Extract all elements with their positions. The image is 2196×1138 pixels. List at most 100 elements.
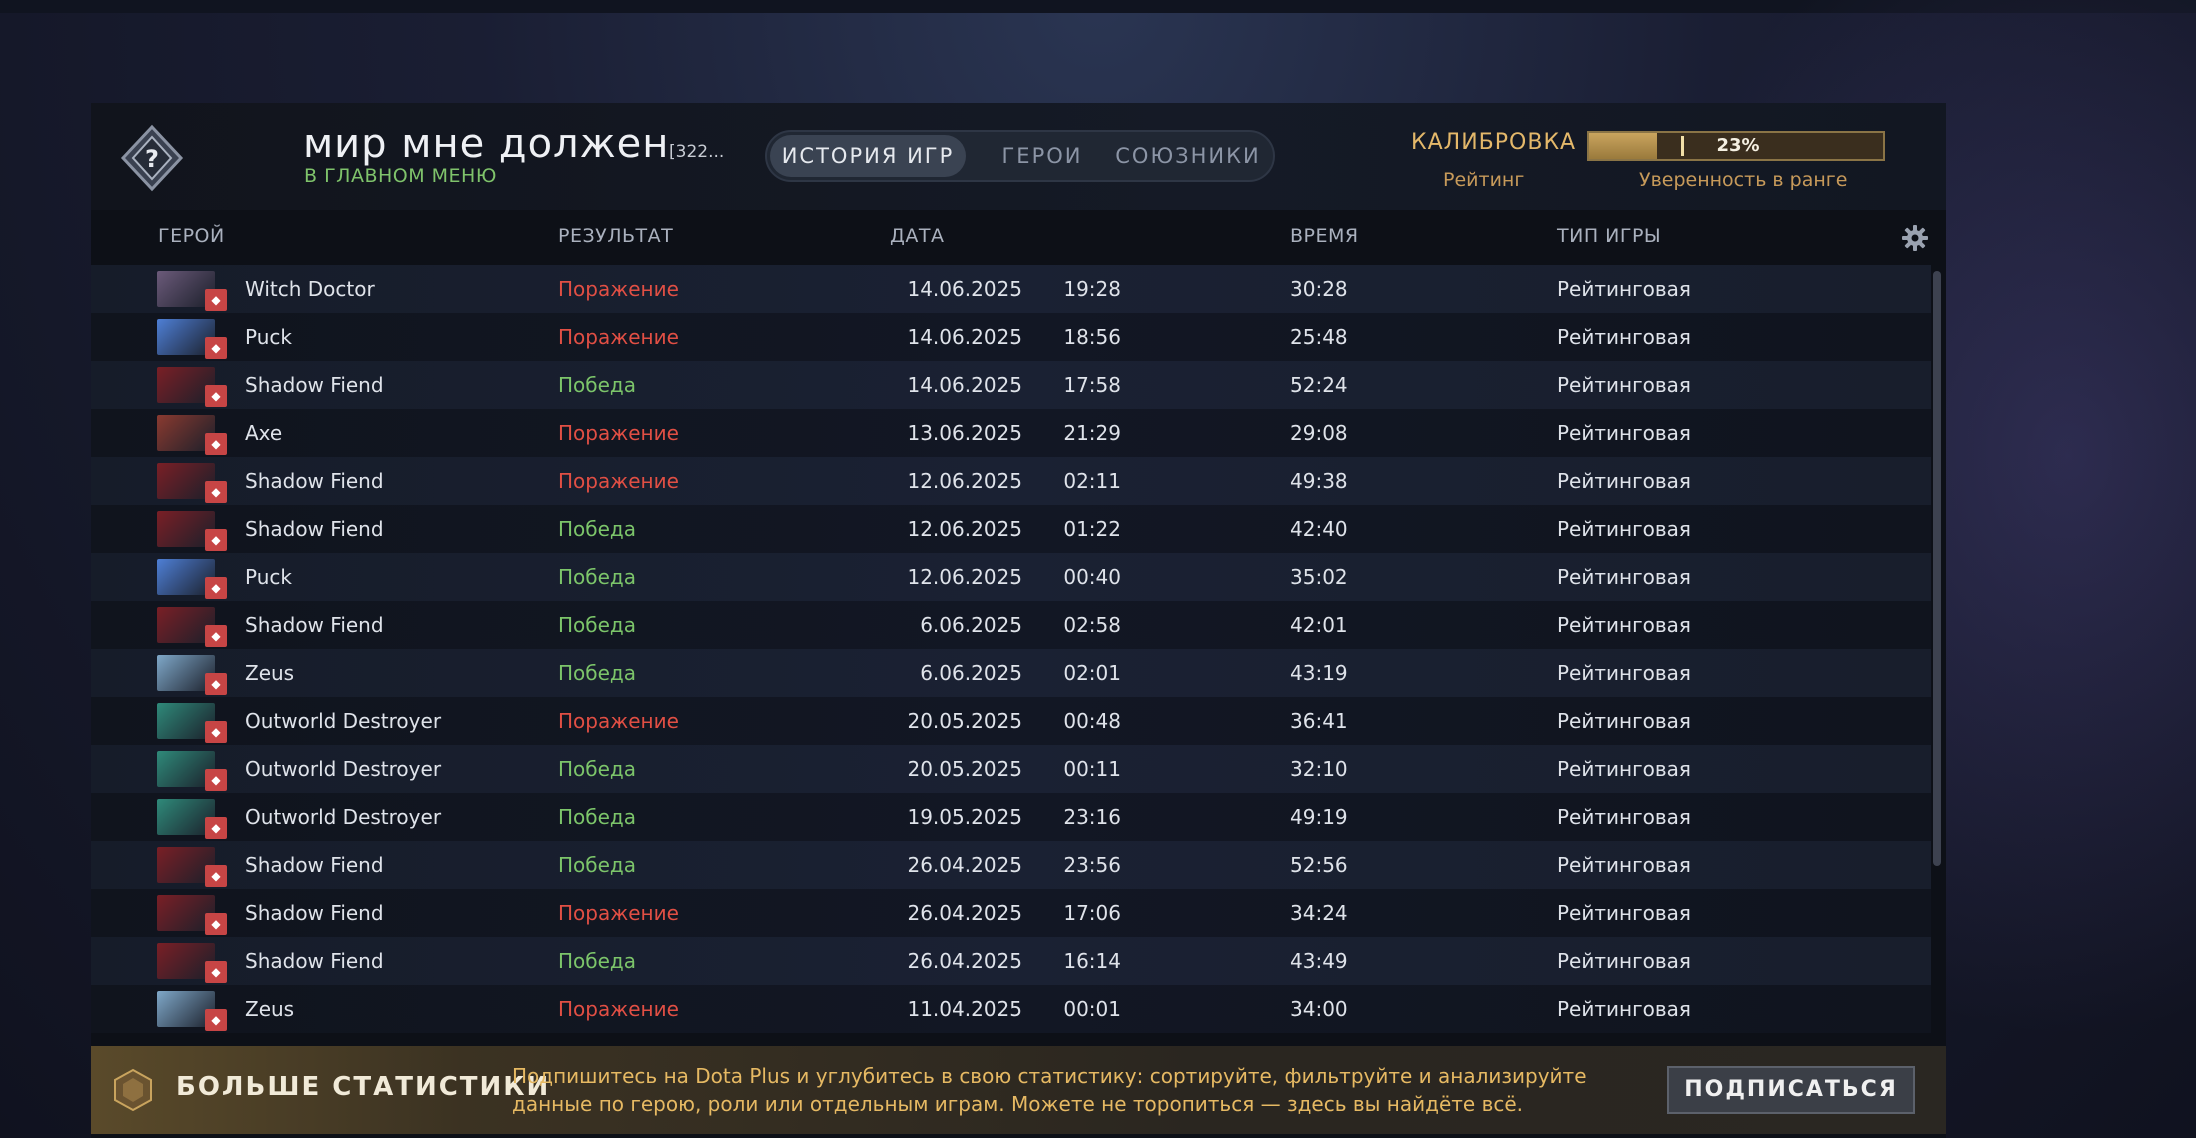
match-duration: 34:24	[1290, 901, 1348, 925]
match-row[interactable]: ◆ Outworld Destroyer Победа 20.05.2025 00:11…	[91, 745, 1931, 793]
hero-name: Shadow Fiend	[245, 901, 384, 925]
confidence-bar: 23%	[1587, 131, 1885, 161]
match-result: Поражение	[558, 469, 679, 493]
match-row[interactable]: ◆ Witch Doctor Поражение 14.06.2025 19:28 30:…	[91, 265, 1931, 313]
tab-allies[interactable]: СОЮЗНИКИ	[1107, 132, 1269, 180]
match-duration: 30:28	[1290, 277, 1348, 301]
role-icon: ◆	[205, 433, 227, 455]
match-date: 12.06.2025	[907, 469, 1022, 493]
role-icon: ◆	[205, 865, 227, 887]
rank-uncalibrated-icon[interactable]: ?	[117, 123, 187, 193]
match-start-time: 00:40	[1063, 565, 1121, 589]
match-result: Победа	[558, 853, 636, 877]
role-icon: ◆	[205, 673, 227, 695]
role-icon: ◆	[205, 337, 227, 359]
game-type: Рейтинговая	[1557, 757, 1691, 781]
role-icon: ◆	[205, 289, 227, 311]
match-result: Победа	[558, 517, 636, 541]
match-row[interactable]: ◆ Puck Победа 12.06.2025 00:40 35:02 Рейтингов…	[91, 553, 1931, 601]
confidence-value: 23%	[1716, 135, 1760, 156]
match-date: 11.04.2025	[907, 997, 1022, 1021]
match-result: Поражение	[558, 421, 679, 445]
role-icon: ◆	[205, 625, 227, 647]
match-date: 12.06.2025	[907, 565, 1022, 589]
match-start-time: 00:48	[1063, 709, 1121, 733]
hero-name: Shadow Fiend	[245, 469, 384, 493]
match-duration: 42:40	[1290, 517, 1348, 541]
column-header-result[interactable]: РЕЗУЛЬТАТ	[558, 225, 673, 247]
game-type: Рейтинговая	[1557, 997, 1691, 1021]
banner-text: Подпишитесь на Dota Plus и углубитесь в …	[512, 1064, 1587, 1116]
match-date: 26.04.2025	[907, 901, 1022, 925]
role-icon: ◆	[205, 385, 227, 407]
match-date: 14.06.2025	[907, 277, 1022, 301]
match-start-time: 02:01	[1063, 661, 1121, 685]
role-icon: ◆	[205, 721, 227, 743]
column-header-hero[interactable]: ГЕРОЙ	[158, 225, 225, 247]
match-row[interactable]: ◆ Shadow Fiend Победа 12.06.2025 01:22 42:40 Р…	[91, 505, 1931, 553]
match-start-time: 17:58	[1063, 373, 1121, 397]
match-start-time: 00:11	[1063, 757, 1121, 781]
profile-header: ? мир мне должен [322... В ГЛАВНОМ МЕНЮ …	[91, 103, 1946, 210]
match-row[interactable]: ◆ Axe Поражение 13.06.2025 21:29 29:08 Рейтинг…	[91, 409, 1931, 457]
match-result: Поражение	[558, 709, 679, 733]
hero-name: Outworld Destroyer	[245, 709, 442, 733]
match-result: Поражение	[558, 277, 679, 301]
calibration-label: КАЛИБРОВКА	[1411, 130, 1577, 155]
match-date: 14.06.2025	[907, 373, 1022, 397]
confidence-label: Уверенность в ранге	[1639, 169, 1848, 191]
game-type: Рейтинговая	[1557, 853, 1691, 877]
game-type: Рейтинговая	[1557, 325, 1691, 349]
role-icon: ◆	[205, 1009, 227, 1031]
column-header-date[interactable]: ДАТА	[890, 225, 944, 247]
match-row[interactable]: ◆ Zeus Победа 6.06.2025 02:01 43:19 Рейтингова…	[91, 649, 1931, 697]
match-start-time: 01:22	[1063, 517, 1121, 541]
match-row[interactable]: ◆ Shadow Fiend Победа 26.04.2025 16:14 43:49 Р…	[91, 937, 1931, 985]
svg-text:?: ?	[145, 145, 159, 173]
hero-name: Shadow Fiend	[245, 373, 384, 397]
hero-name: Shadow Fiend	[245, 517, 384, 541]
match-duration: 35:02	[1290, 565, 1348, 589]
match-row[interactable]: ◆ Shadow Fiend Победа 26.04.2025 23:56 52:56 Р…	[91, 841, 1931, 889]
match-row[interactable]: ◆ Shadow Fiend Поражение 26.04.2025 17:06 34:…	[91, 889, 1931, 937]
match-date: 6.06.2025	[920, 661, 1022, 685]
game-type: Рейтинговая	[1557, 949, 1691, 973]
match-row[interactable]: ◆ Outworld Destroyer Победа 19.05.2025 23:16…	[91, 793, 1931, 841]
role-icon: ◆	[205, 913, 227, 935]
match-start-time: 23:16	[1063, 805, 1121, 829]
gear-icon[interactable]	[1901, 224, 1929, 252]
tab-heroes[interactable]: ГЕРОИ	[977, 132, 1107, 180]
column-header-game-type[interactable]: ТИП ИГРЫ	[1557, 225, 1661, 247]
match-start-time: 23:56	[1063, 853, 1121, 877]
match-result: Победа	[558, 613, 636, 637]
match-result: Победа	[558, 757, 636, 781]
match-duration: 25:48	[1290, 325, 1348, 349]
banner-title: БОЛЬШЕ СТАТИСТИКИ	[176, 1072, 551, 1102]
match-date: 19.05.2025	[907, 805, 1022, 829]
scrollbar[interactable]	[1933, 271, 1941, 866]
match-row[interactable]: ◆ Shadow Fiend Победа 6.06.2025 02:58 42:01 Ре…	[91, 601, 1931, 649]
role-icon: ◆	[205, 577, 227, 599]
match-duration: 43:49	[1290, 949, 1348, 973]
match-result: Победа	[558, 565, 636, 589]
column-header-time[interactable]: ВРЕМЯ	[1290, 225, 1359, 247]
hero-name: Witch Doctor	[245, 277, 375, 301]
hero-name: Shadow Fiend	[245, 949, 384, 973]
match-row[interactable]: ◆ Shadow Fiend Победа 14.06.2025 17:58 52:24 Р…	[91, 361, 1931, 409]
match-row[interactable]: ◆ Zeus Поражение 11.04.2025 00:01 34:00 Рейтин…	[91, 985, 1931, 1033]
game-type: Рейтинговая	[1557, 613, 1691, 637]
role-icon: ◆	[205, 481, 227, 503]
match-duration: 34:00	[1290, 997, 1348, 1021]
tab-match-history[interactable]: ИСТОРИЯ ИГР	[770, 135, 966, 177]
match-row[interactable]: ◆ Outworld Destroyer Поражение 20.05.2025 00…	[91, 697, 1931, 745]
hero-name: Outworld Destroyer	[245, 805, 442, 829]
match-date: 20.05.2025	[907, 757, 1022, 781]
hero-name: Outworld Destroyer	[245, 757, 442, 781]
match-row[interactable]: ◆ Puck Поражение 14.06.2025 18:56 25:48 Рейтин…	[91, 313, 1931, 361]
match-duration: 52:24	[1290, 373, 1348, 397]
player-name: мир мне должен	[303, 121, 670, 167]
subscribe-button[interactable]: ПОДПИСАТЬСЯ	[1667, 1066, 1915, 1114]
dota-plus-banner: БОЛЬШЕ СТАТИСТИКИ Подпишитесь на Dota Pl…	[91, 1046, 1946, 1134]
match-row[interactable]: ◆ Shadow Fiend Поражение 12.06.2025 02:11 49:…	[91, 457, 1931, 505]
hero-name: Zeus	[245, 997, 295, 1021]
